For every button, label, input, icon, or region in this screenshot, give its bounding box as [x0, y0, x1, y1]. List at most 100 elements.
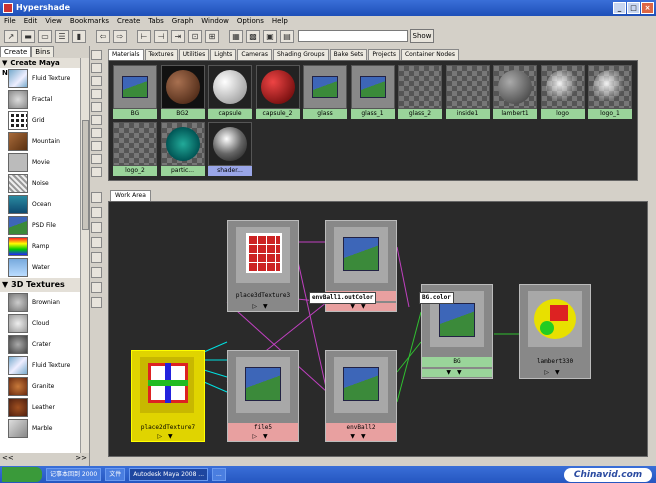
tool-icon[interactable] [91, 267, 102, 278]
node-expand-icon[interactable]: ▼▼ [326, 303, 396, 311]
material-swatch[interactable]: capsule [208, 65, 252, 120]
tool-icon[interactable] [91, 207, 102, 218]
menu-bookmarks[interactable]: Bookmarks [70, 16, 109, 27]
tab-cameras[interactable]: Cameras [237, 49, 272, 60]
scrollbar-thumb[interactable] [82, 120, 89, 230]
node-expand-icon[interactable]: ▷▼ [228, 303, 298, 311]
node-envball-2[interactable]: envBall2 ▼▼ [325, 350, 397, 442]
layout-single-icon[interactable]: ▮ [72, 29, 86, 43]
menu-view[interactable]: View [45, 16, 62, 27]
material-swatch[interactable]: logo_2 [113, 122, 157, 177]
section-header[interactable]: ▼Create Maya Nodes [0, 58, 80, 77]
menu-edit[interactable]: Edit [24, 16, 38, 27]
list-item[interactable]: Marble [0, 418, 80, 439]
tool-icon[interactable] [91, 154, 102, 164]
tool-icon[interactable] [91, 282, 102, 293]
material-swatch[interactable]: glass [303, 65, 347, 120]
taskbar-item[interactable]: 文件 [105, 468, 126, 481]
list-item[interactable]: Leather [0, 397, 80, 418]
panel-scrollbar[interactable] [80, 58, 89, 453]
menu-options[interactable]: Options [237, 16, 264, 27]
swatch-medium-icon[interactable]: ▩ [246, 29, 260, 43]
material-swatch[interactable]: glass_1 [350, 65, 395, 120]
graph-io-icon[interactable]: ⊣ [154, 29, 168, 43]
list-item[interactable]: Crater [0, 334, 80, 355]
tool-select-icon[interactable]: ↗ [4, 29, 18, 43]
layout-top-icon[interactable]: ▭ [38, 29, 52, 43]
taskbar-item[interactable]: ... [212, 468, 226, 481]
scroll-right-button[interactable]: >> [75, 454, 87, 464]
work-area[interactable]: place3dTexture3 ▷▼ envBall1 ▼▼ BG ▼▼ lam… [108, 201, 648, 457]
tool-icon[interactable] [91, 102, 102, 112]
tab-projects[interactable]: Projects [368, 49, 400, 60]
clear-graph-icon[interactable]: ⊡ [188, 29, 202, 43]
material-swatch[interactable]: partic... [160, 122, 205, 177]
tool-icon[interactable] [91, 252, 102, 263]
tool-icon[interactable] [91, 167, 102, 177]
tool-icon[interactable] [91, 89, 102, 99]
node-expand-icon[interactable]: ▷▼ [520, 369, 590, 377]
section-header[interactable]: ▼ 3D Textures [0, 278, 80, 292]
swatch-large-icon[interactable]: ▣ [263, 29, 277, 43]
tool-icon[interactable] [91, 297, 102, 308]
list-item[interactable]: PSD File [0, 215, 80, 236]
graph-input-icon[interactable]: ⊢ [137, 29, 151, 43]
material-swatch[interactable]: capsule_2 [255, 65, 300, 120]
node-expand-icon[interactable]: ▼▼ [422, 369, 492, 377]
swatch-list-icon[interactable]: ▤ [280, 29, 294, 43]
list-item[interactable]: Noise [0, 173, 80, 194]
material-swatch[interactable]: shader... [208, 122, 252, 177]
list-item[interactable]: Water [0, 257, 80, 278]
tab-shading-groups[interactable]: Shading Groups [272, 49, 329, 60]
close-button[interactable]: × [641, 2, 654, 14]
node-place3d-texture[interactable]: place3dTexture3 ▷▼ [227, 220, 299, 312]
tab-work-area[interactable]: Work Area [110, 190, 151, 201]
maximize-button[interactable]: □ [627, 2, 640, 14]
material-swatch[interactable]: lambert1 [493, 65, 537, 120]
tab-bake-sets[interactable]: Bake Sets [329, 49, 368, 60]
swatch-small-icon[interactable]: ▦ [229, 29, 243, 43]
back-arrow-icon[interactable]: ⇦ [96, 29, 110, 43]
material-swatch[interactable]: logo [540, 65, 585, 120]
tool-icon[interactable] [91, 115, 102, 125]
forward-arrow-icon[interactable]: ⇨ [113, 29, 127, 43]
menu-graph[interactable]: Graph [172, 16, 193, 27]
list-item[interactable]: Ramp [0, 236, 80, 257]
tab-textures[interactable]: Textures [144, 49, 178, 60]
list-item[interactable]: Fluid Texture [0, 68, 80, 89]
material-swatch[interactable]: logo_1 [588, 65, 632, 120]
list-item[interactable]: Fluid Texture [0, 355, 80, 376]
tool-icon[interactable] [91, 237, 102, 248]
taskbar-item[interactable]: 记事本回到 2000 [46, 468, 102, 481]
menu-help[interactable]: Help [272, 16, 288, 27]
materials-scrollbar[interactable] [640, 60, 651, 181]
tool-icon[interactable] [91, 192, 102, 203]
scroll-left-button[interactable]: << [2, 454, 14, 464]
list-item[interactable]: Granite [0, 376, 80, 397]
layout-bottom-icon[interactable]: ▬ [21, 29, 35, 43]
material-swatch[interactable]: inside1 [445, 65, 490, 120]
material-swatch[interactable]: BG2 [160, 65, 205, 120]
menu-tabs[interactable]: Tabs [148, 16, 164, 27]
menu-file[interactable]: File [4, 16, 16, 27]
node-file[interactable]: file5 ▷▼ [227, 350, 299, 442]
list-item[interactable]: Mountain [0, 131, 80, 152]
list-item[interactable]: Movie [0, 152, 80, 173]
layout-both-icon[interactable]: ☰ [55, 29, 69, 43]
tool-icon[interactable] [91, 63, 102, 73]
show-button[interactable]: Show [410, 29, 434, 43]
tab-utilities[interactable]: Utilities [178, 49, 210, 60]
menu-create[interactable]: Create [117, 16, 140, 27]
search-input[interactable] [298, 30, 408, 42]
list-item[interactable]: Grid [0, 110, 80, 131]
minimize-button[interactable]: _ [613, 2, 626, 14]
graph-output-icon[interactable]: ⇥ [171, 29, 185, 43]
list-item[interactable]: Cloud [0, 313, 80, 334]
menu-window[interactable]: Window [201, 16, 229, 27]
tab-bins[interactable]: Bins [31, 46, 55, 57]
node-place2d-texture[interactable]: place2dTexture7 ▷▼ [131, 350, 205, 442]
material-swatch[interactable]: glass_2 [398, 65, 442, 120]
node-expand-icon[interactable]: ▷▼ [228, 433, 298, 441]
tab-materials[interactable]: Materials [108, 49, 144, 60]
list-item[interactable]: Ocean [0, 194, 80, 215]
